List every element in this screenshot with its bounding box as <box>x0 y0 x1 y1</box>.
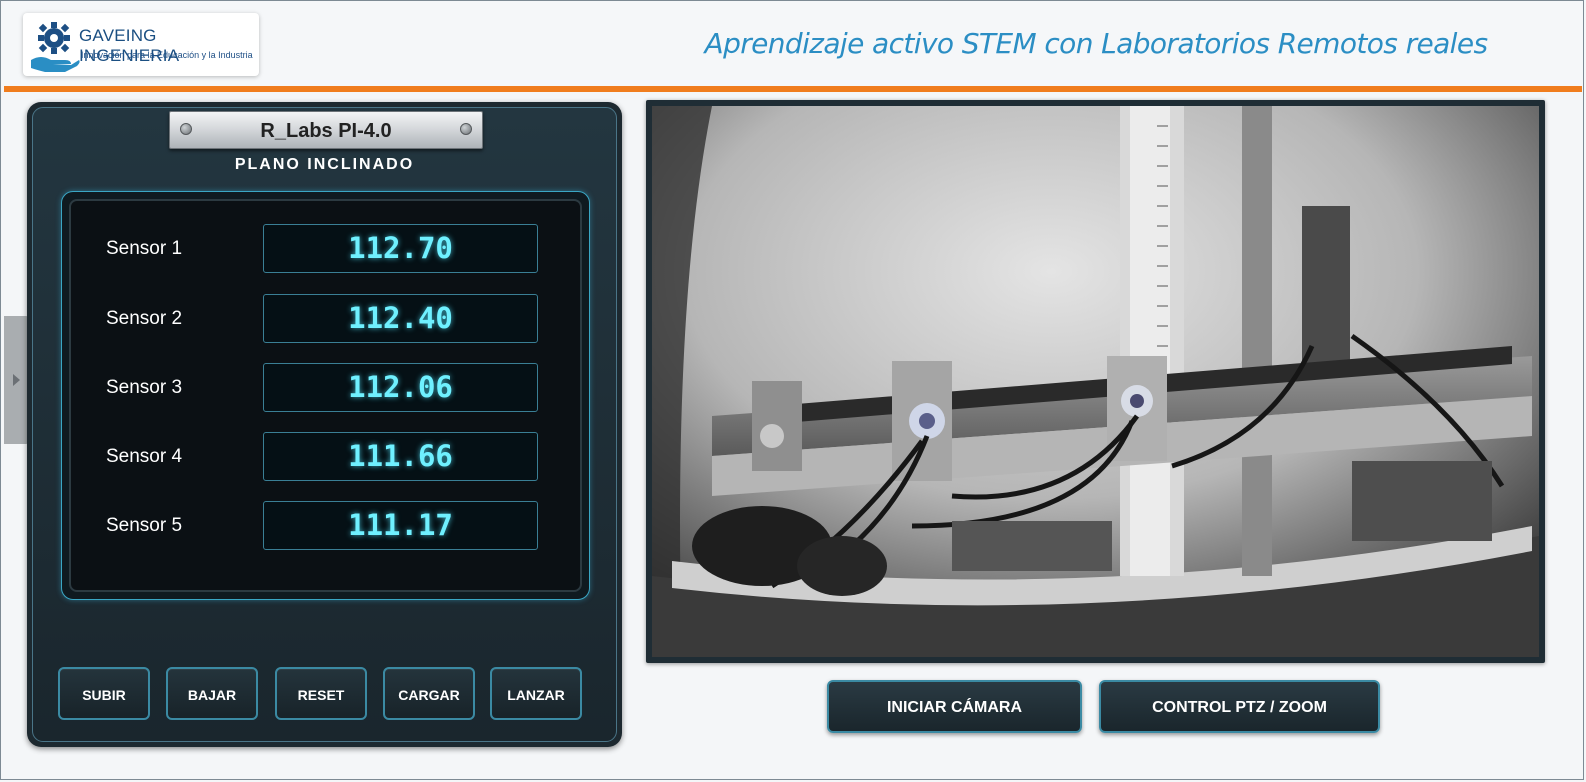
logo-company-name: GAVEING INGENIERIA <box>79 26 180 65</box>
camera-feed-image <box>652 106 1539 657</box>
sensor-label: Sensor 4 <box>106 446 183 467</box>
sensor-value: 112.70 <box>263 224 538 273</box>
sensor-label: Sensor 2 <box>106 308 183 329</box>
company-logo: GAVEING INGENIERIA Innovación para la Ed… <box>23 13 259 76</box>
sensor-value: 112.40 <box>263 294 538 343</box>
sensor-value: 112.06 <box>263 363 538 412</box>
ptz-zoom-control-button[interactable]: CONTROL PTZ / ZOOM <box>1099 680 1380 733</box>
device-nameplate: R_Labs PI-4.0 <box>169 111 483 149</box>
bajar-button[interactable]: BAJAR <box>166 667 258 720</box>
device-name: R_Labs PI-4.0 <box>260 120 392 142</box>
header-divider <box>4 86 1582 92</box>
experiment-title: PLANO INCLINADO <box>234 156 415 173</box>
camera-view <box>646 100 1545 663</box>
header: GAVEING INGENIERIA Innovación para la Ed… <box>1 1 1583 86</box>
reset-button[interactable]: RESET <box>275 667 367 720</box>
logo-tagline: Innovación para la Educación y la Indust… <box>81 50 253 60</box>
gear-hand-logo-icon <box>31 22 80 72</box>
sensor-label: Sensor 1 <box>106 238 183 259</box>
sensor-label: Sensor 5 <box>106 515 183 536</box>
lanzar-button[interactable]: LANZAR <box>490 667 582 720</box>
cargar-button[interactable]: CARGAR <box>383 667 475 720</box>
page-title: Aprendizaje activo STEM con Laboratorios… <box>704 27 1489 60</box>
sensor-value: 111.17 <box>263 501 538 550</box>
subir-button[interactable]: SUBIR <box>58 667 150 720</box>
sensor-label: Sensor 3 <box>106 377 183 398</box>
start-camera-button[interactable]: INICIAR CÁMARA <box>827 680 1082 733</box>
sensor-value: 111.66 <box>263 432 538 481</box>
